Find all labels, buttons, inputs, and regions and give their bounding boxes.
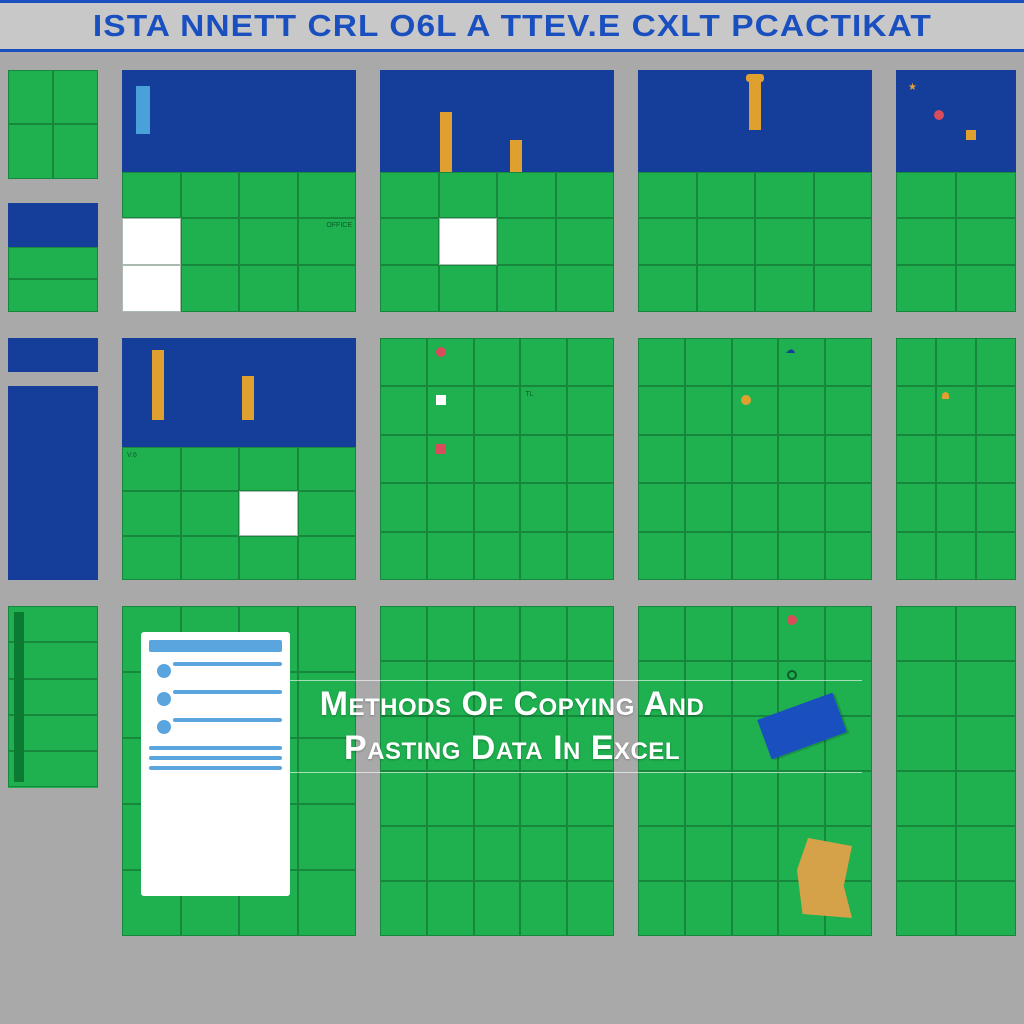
side-partial-1 (8, 70, 98, 312)
tile-1-2 (380, 70, 614, 312)
bar-icon-4 (242, 376, 254, 420)
side-partial-3 (8, 606, 98, 936)
tile-2-1-header (122, 338, 356, 447)
bullet-icon-1 (157, 664, 171, 678)
tile-1-1-header (122, 70, 356, 172)
bar-icon-1 (440, 112, 452, 172)
star-icon: ★ (908, 82, 917, 93)
tile-2-4-grid: ☗ (896, 338, 1016, 580)
tl-label: TL (525, 391, 533, 398)
row-2: V.6 TL ☁ (8, 338, 1016, 580)
top-banner: ISTA NNETT CRL O6L A TTEV.E CXLT PCACTIK… (0, 0, 1024, 52)
tile-2-3-grid: ☁ (638, 338, 872, 580)
side-tile-1a (8, 70, 98, 179)
orange-sq-icon (966, 130, 976, 140)
green-bar-icon (14, 612, 24, 782)
v6-label: V.6 (127, 452, 137, 459)
list-card-header (149, 640, 283, 652)
dot-icon (436, 347, 446, 357)
tile-2-4: ☗ (896, 338, 1016, 580)
tile-1-4-grid (896, 172, 1016, 312)
title-line-2: Pasting Data In Excel (162, 727, 862, 771)
tile-2-1-grid: V.6 (122, 447, 356, 580)
tile-1-3 (638, 70, 872, 312)
office-label: OFFICE (326, 222, 352, 229)
pin-head-icon (746, 74, 764, 82)
cloud-icon: ☁ (785, 345, 795, 356)
blue-bar-icon (136, 86, 150, 134)
tile-3-4 (896, 606, 1016, 936)
dot-icon-3 (787, 615, 797, 625)
tile-2-2-grid: TL (380, 338, 614, 580)
banner-text: ISTA NNETT CRL O6L A TTEV.E CXLT PCACTIK… (93, 8, 932, 44)
tile-1-4-header: ★ (896, 70, 1016, 172)
red-dot-icon (934, 110, 944, 120)
tile-1-2-grid (380, 172, 614, 312)
tile-3-4-grid (896, 606, 1016, 936)
side-tile-3a (8, 606, 98, 788)
tile-1-3-grid (638, 172, 872, 312)
pin-icon (749, 80, 761, 130)
person-shape-icon (797, 838, 852, 918)
person-icon: ☗ (941, 391, 950, 402)
tile-2-3: ☁ (638, 338, 872, 580)
tile-2-2: TL (380, 338, 614, 580)
side-partial-2 (8, 338, 98, 580)
tile-1-4: ★ (896, 70, 1016, 312)
sq-icon (436, 395, 446, 405)
tile-1-3-header (638, 70, 872, 172)
tile-2-1: V.6 (122, 338, 356, 580)
sq-icon-2 (436, 444, 446, 454)
tile-grid: OFFICE (0, 70, 1024, 1024)
side-tile-1b (8, 203, 98, 312)
bar-icon-2 (510, 140, 522, 172)
title-overlay: Methods Of Copying And Pasting Data In E… (162, 678, 862, 775)
side-tile-2b (8, 386, 98, 580)
dot-icon-2 (741, 395, 751, 405)
tile-1-1: OFFICE (122, 70, 356, 312)
bar-icon-3 (152, 350, 164, 420)
tile-1-2-header (380, 70, 614, 172)
row-1: OFFICE (8, 70, 1016, 312)
side-tile-2a (8, 338, 98, 372)
tile-1-1-grid: OFFICE (122, 172, 356, 312)
title-line-1: Methods Of Copying And (162, 683, 862, 727)
